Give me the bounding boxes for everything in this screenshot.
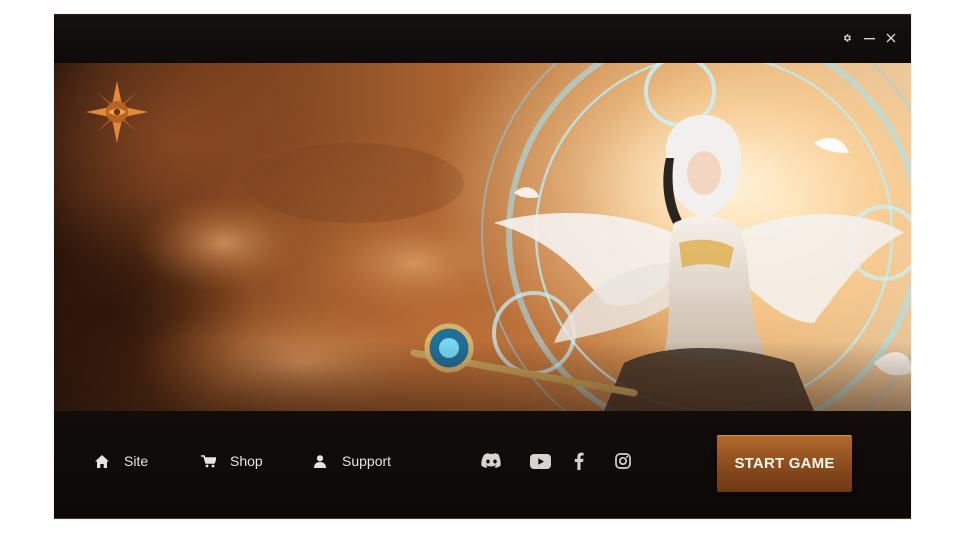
- window-controls: [841, 32, 897, 44]
- shop-link[interactable]: Shop: [200, 453, 263, 469]
- shop-link-label: Shop: [230, 453, 263, 469]
- compass-star-logo: [84, 79, 150, 145]
- launcher-window: Site Shop Support START GAME: [54, 14, 911, 519]
- cart-icon: [200, 453, 216, 469]
- site-link-label: Site: [124, 453, 149, 469]
- start-game-button[interactable]: START GAME: [717, 435, 852, 492]
- site-link[interactable]: Site: [94, 453, 148, 469]
- support-link[interactable]: Support: [312, 453, 391, 469]
- home-icon: [94, 453, 110, 469]
- footer-bar: Site Shop Support START GAME: [54, 411, 911, 518]
- instagram-icon[interactable]: [612, 451, 634, 471]
- hero-banner: [54, 63, 911, 411]
- minimize-icon[interactable]: [863, 32, 875, 44]
- title-bar[interactable]: [54, 15, 911, 63]
- facebook-icon[interactable]: [568, 451, 590, 471]
- support-link-label: Support: [342, 453, 392, 469]
- close-icon[interactable]: [885, 32, 897, 44]
- user-icon: [312, 453, 328, 469]
- discord-icon[interactable]: [480, 451, 502, 471]
- banner-fade: [54, 341, 911, 411]
- gear-icon[interactable]: [841, 32, 853, 44]
- youtube-icon[interactable]: [529, 451, 551, 471]
